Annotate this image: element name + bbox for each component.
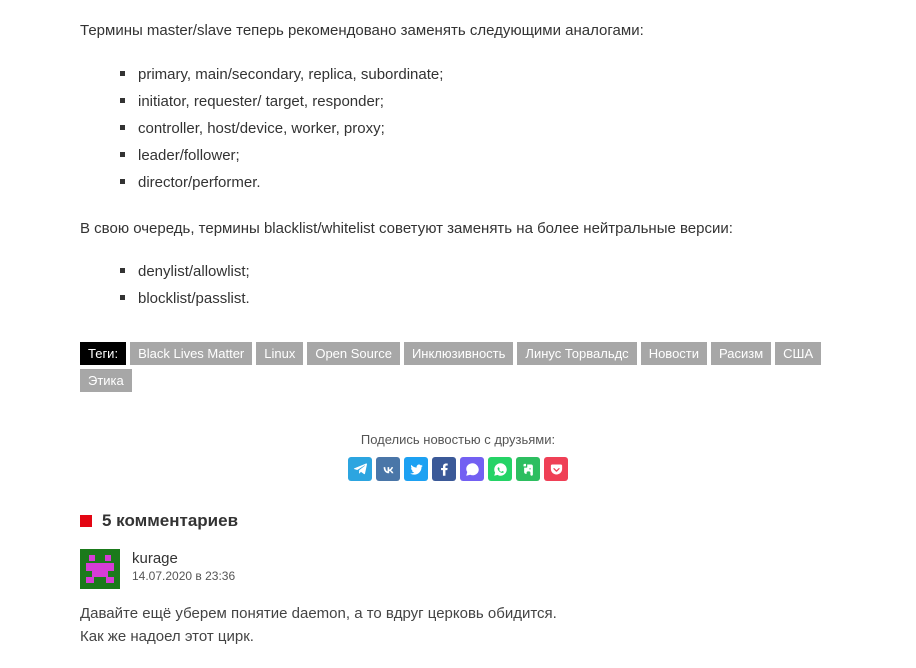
tags-label: Теги:	[80, 342, 126, 365]
comment-head: kurage 14.07.2020 в 23:36	[132, 549, 235, 584]
comments-header: 5 комментариев	[80, 511, 836, 531]
list-item: blocklist/passlist.	[120, 285, 836, 312]
whatsapp-icon[interactable]	[488, 457, 512, 481]
comment-date: 14.07.2020 в 23:36	[132, 569, 235, 585]
vk-icon[interactable]	[376, 457, 400, 481]
article-body: Термины master/slave теперь рекомендован…	[0, 0, 916, 491]
evernote-icon[interactable]	[516, 457, 540, 481]
comments-section: 5 комментариев kurage 14.07.2020 в 23:36…	[0, 491, 916, 668]
tag[interactable]: Linux	[256, 342, 303, 365]
tags-row: Теги: Black Lives Matter Linux Open Sour…	[80, 342, 836, 392]
tag[interactable]: Линус Торвальдс	[517, 342, 636, 365]
comment-body: Давайте ещё уберем понятие daemon, а то …	[80, 603, 836, 648]
viber-icon[interactable]	[460, 457, 484, 481]
list-item: denylist/allowlist;	[120, 258, 836, 285]
tag[interactable]: Новости	[641, 342, 707, 365]
tag[interactable]: Инклюзивность	[404, 342, 513, 365]
tag[interactable]: Open Source	[307, 342, 400, 365]
share-icons	[80, 457, 836, 481]
list-item: primary, main/secondary, replica, subord…	[120, 61, 836, 88]
comment: kurage 14.07.2020 в 23:36	[80, 549, 836, 589]
comments-title: 5 комментариев	[102, 511, 238, 531]
list-item: leader/follower;	[120, 142, 836, 169]
paragraph: В свою очередь, термины blacklist/whitel…	[80, 218, 836, 241]
avatar	[80, 549, 120, 589]
list-item: controller, host/device, worker, proxy;	[120, 115, 836, 142]
tag[interactable]: Этика	[80, 369, 132, 392]
telegram-icon[interactable]	[348, 457, 372, 481]
facebook-icon[interactable]	[432, 457, 456, 481]
tag[interactable]: США	[775, 342, 821, 365]
share-text: Поделись новостью с друзьями:	[80, 432, 836, 447]
pocket-icon[interactable]	[544, 457, 568, 481]
comment-author[interactable]: kurage	[132, 549, 235, 569]
red-square-icon	[80, 515, 92, 527]
paragraph: Термины master/slave теперь рекомендован…	[80, 20, 836, 43]
list-blacklist-whitelist: denylist/allowlist; blocklist/passlist.	[80, 258, 836, 312]
share-block: Поделись новостью с друзьями:	[80, 432, 836, 481]
tag[interactable]: Black Lives Matter	[130, 342, 252, 365]
list-item: initiator, requester/ target, responder;	[120, 88, 836, 115]
twitter-icon[interactable]	[404, 457, 428, 481]
comment-content: kurage 14.07.2020 в 23:36	[132, 549, 235, 589]
list-item: director/performer.	[120, 169, 836, 196]
tag[interactable]: Расизм	[711, 342, 771, 365]
list-master-slave: primary, main/secondary, replica, subord…	[80, 61, 836, 196]
